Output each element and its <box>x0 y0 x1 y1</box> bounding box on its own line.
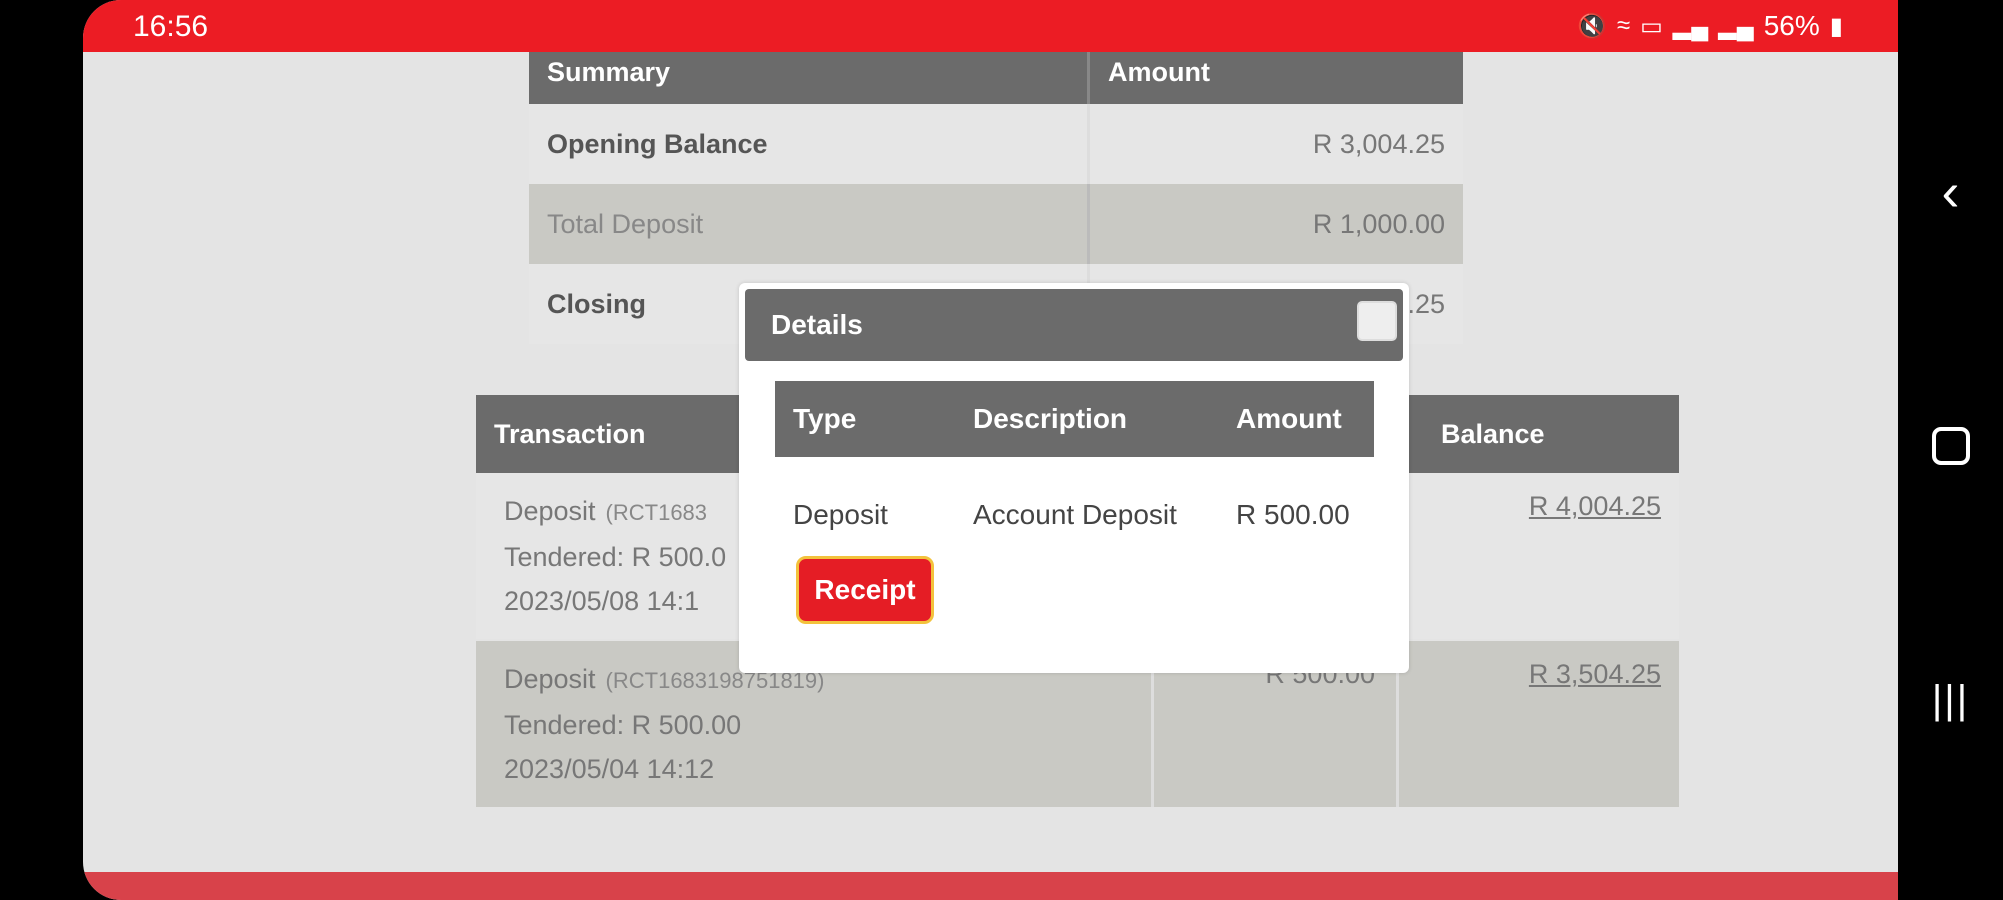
detail-type: Deposit <box>793 499 888 530</box>
navigation-bar: ‹ ||| <box>1898 0 2003 900</box>
description-header: Description <box>973 403 1128 434</box>
screen: Summary Amount Opening Balance R 3,004.2… <box>0 0 1898 900</box>
transaction-ref: (RCT1683 <box>605 500 708 525</box>
summary-row-total-deposit: Total Deposit R 1,000.00 <box>529 184 1463 264</box>
battery-icon: ▮ <box>1829 12 1843 40</box>
back-chevron-icon[interactable]: ‹ <box>1898 152 2003 232</box>
app-window: Summary Amount Opening Balance R 3,004.2… <box>83 0 1898 900</box>
detail-description: Account Deposit <box>973 499 1177 530</box>
transaction-date: 2023/05/08 14:1 <box>504 586 700 616</box>
summary-row-opening: Opening Balance R 3,004.25 <box>529 104 1463 184</box>
home-icon[interactable] <box>1898 406 2003 486</box>
total-deposit-amount: R 1,000.00 <box>1087 184 1463 264</box>
transaction-tendered: Tendered: R 500.00 <box>504 710 742 740</box>
volte-icon: ▭ <box>1640 12 1663 40</box>
bottom-bar <box>83 872 1898 900</box>
recents-icon[interactable]: ||| <box>1898 660 2003 740</box>
signal-icon: ▂▄ <box>1718 12 1754 40</box>
transaction-type: Deposit <box>504 664 596 694</box>
amount-header: Amount <box>1236 403 1342 434</box>
detail-amount: R 500.00 <box>1236 499 1350 530</box>
opening-balance-amount: R 3,004.25 <box>1087 104 1463 184</box>
type-header: Type <box>793 403 857 434</box>
balance-header: Balance <box>1441 418 1545 449</box>
mute-icon: 🔇 <box>1577 12 1607 40</box>
battery-percent: 56% <box>1763 10 1820 41</box>
status-bar: 16:56 🔇 ≈ ▭ ▂▄ ▂▄ 56% ▮ <box>83 0 1898 52</box>
total-deposit-label: Total Deposit <box>547 208 704 239</box>
modal-title-bar: Details <box>745 289 1403 361</box>
transaction-type: Deposit <box>504 496 596 526</box>
wifi-icon: ≈ <box>1616 12 1631 39</box>
opening-balance-label: Opening Balance <box>547 128 768 159</box>
transaction-date: 2023/05/04 14:12 <box>504 754 715 784</box>
receipt-button[interactable]: Receipt <box>796 556 934 624</box>
details-header-row: Type Description Amount <box>775 381 1374 457</box>
modal-title: Details <box>771 309 863 340</box>
status-time: 16:56 <box>133 10 209 43</box>
transaction-balance-link[interactable]: R 3,504.25 <box>1396 641 1679 807</box>
transaction-balance-link[interactable]: R 4,004.25 <box>1396 473 1679 639</box>
details-modal: Details Type Description Amount Deposit … <box>739 283 1409 673</box>
close-icon[interactable] <box>1357 301 1397 341</box>
transaction-tendered: Tendered: R 500.0 <box>504 542 727 572</box>
signal-icon: ▂▄ <box>1672 12 1709 40</box>
status-icons: 🔇 ≈ ▭ ▂▄ ▂▄ 56% ▮ <box>1577 10 1843 42</box>
